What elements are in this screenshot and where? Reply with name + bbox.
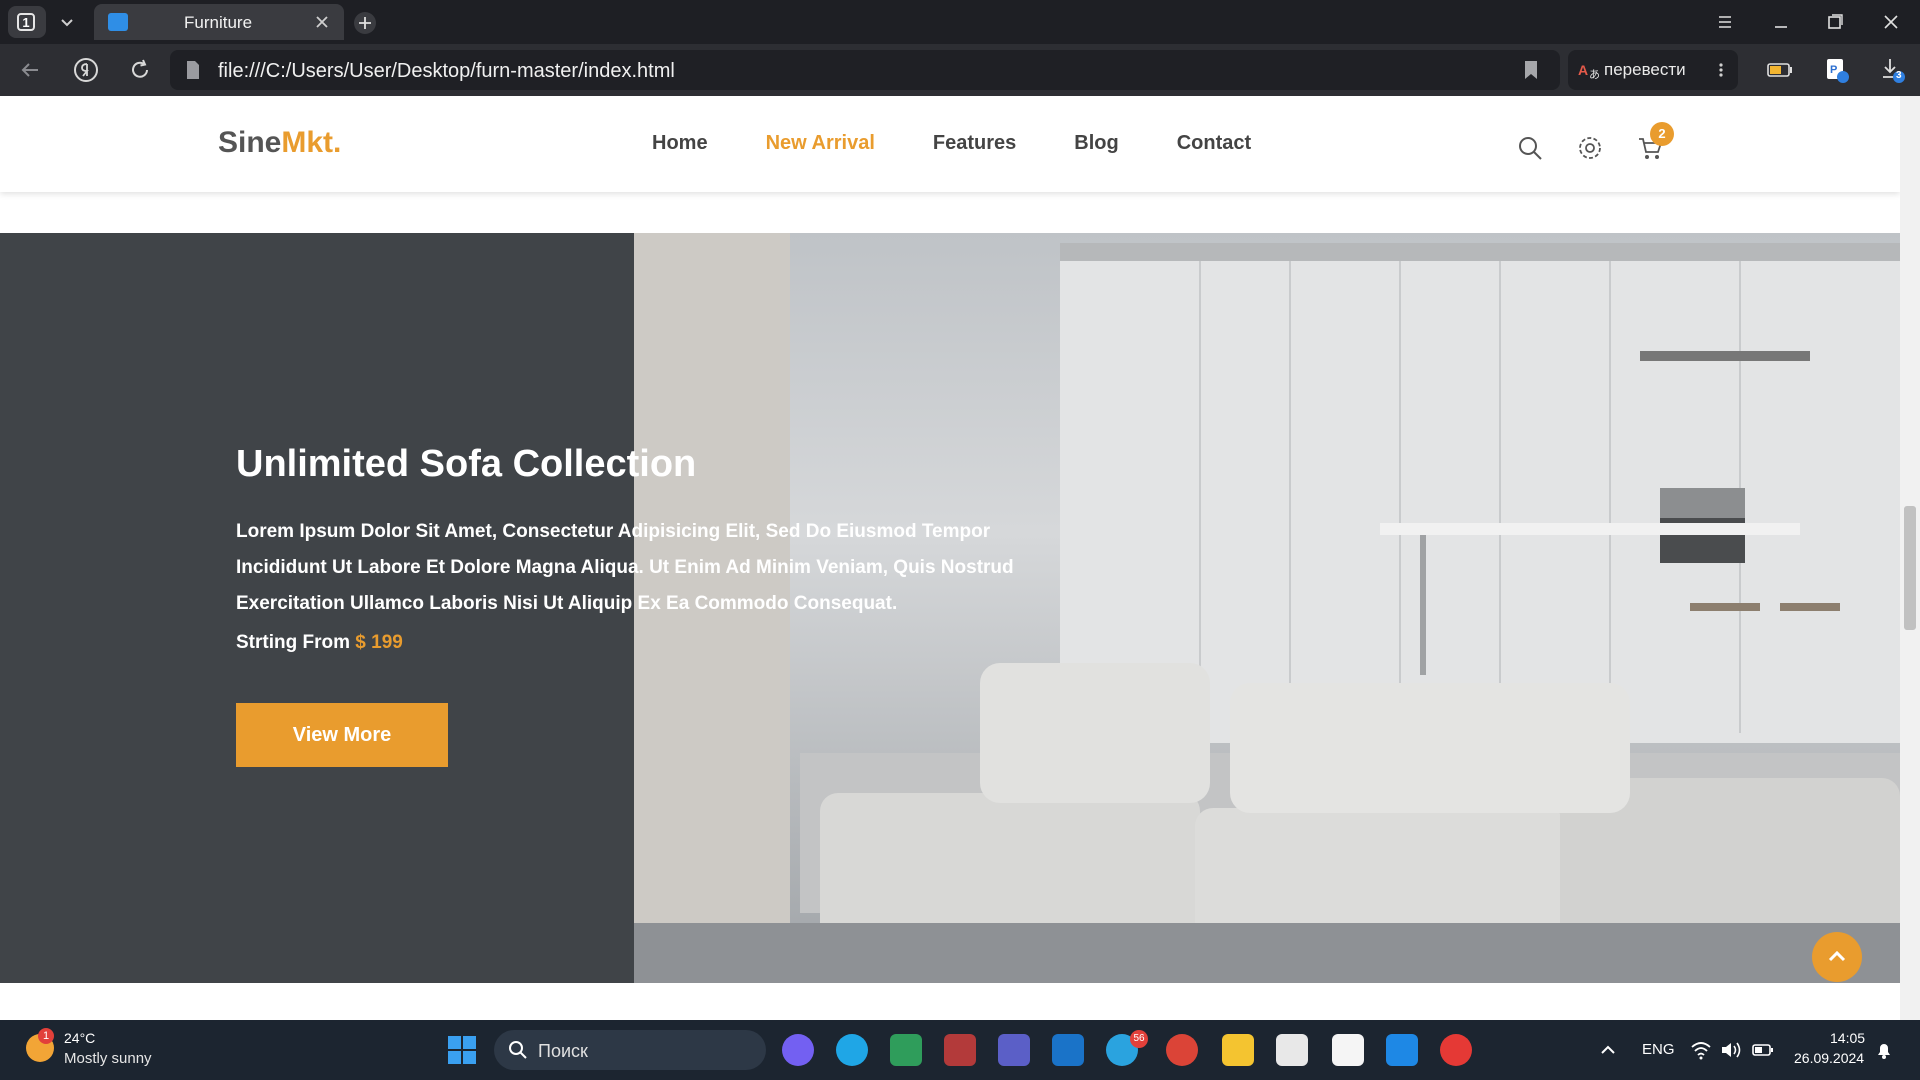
- menu-icon[interactable]: [1710, 10, 1740, 34]
- page-viewport: SineMkt. Home New Arrival Features Blog Cont…: [0, 96, 1900, 1020]
- translate-label: перевести: [1604, 60, 1686, 79]
- browser-tab-bar: 1 Furniture: [0, 0, 1920, 44]
- nav-blog[interactable]: Blog: [1074, 132, 1118, 155]
- favicon-icon: [108, 13, 128, 31]
- translate-button[interactable]: Aあ перевести: [1568, 50, 1738, 90]
- vscode-icon[interactable]: [1386, 1034, 1418, 1066]
- restore-icon[interactable]: [1820, 10, 1850, 34]
- battery-icon[interactable]: [1752, 1040, 1774, 1060]
- site-logo[interactable]: SineMkt.: [218, 126, 341, 160]
- search-icon: [508, 1040, 528, 1060]
- windows-taskbar: 1 24°C Mostly sunny Поиск 56 ENG 14:05 2…: [0, 1020, 1920, 1080]
- tab-counter-button[interactable]: 1: [8, 6, 46, 38]
- git-app-icon[interactable]: [890, 1034, 922, 1066]
- price-amount: $ 199: [355, 632, 403, 653]
- winrar-icon[interactable]: [944, 1034, 976, 1066]
- file-icon: [184, 60, 202, 80]
- nav-home[interactable]: Home: [652, 132, 708, 155]
- site-header: SineMkt. Home New Arrival Features Blog Cont…: [0, 96, 1900, 192]
- downloads-badge: 3: [1896, 70, 1902, 81]
- view-more-button[interactable]: View More: [236, 703, 448, 767]
- close-window-icon[interactable]: [1876, 10, 1906, 34]
- hero-section: Unlimited Sofa Collection Lorem Ipsum Do…: [0, 233, 1900, 983]
- notification-bell-icon[interactable]: [1874, 1040, 1894, 1060]
- logo-main: Sine: [218, 126, 282, 159]
- search-icon[interactable]: [1516, 134, 1544, 162]
- clock-date[interactable]: 26.09.2024: [1794, 1050, 1864, 1066]
- main-nav: Home New Arrival Features Blog Contact: [652, 132, 1309, 155]
- more-vertical-icon[interactable]: [1716, 60, 1726, 80]
- outlook-icon[interactable]: [1052, 1034, 1084, 1066]
- chrome-icon[interactable]: [1166, 1034, 1198, 1066]
- svg-text:P: P: [1830, 64, 1837, 76]
- scroll-to-top-button[interactable]: [1812, 932, 1862, 982]
- weather-temperature[interactable]: 24°C: [64, 1030, 95, 1046]
- clock-time[interactable]: 14:05: [1830, 1030, 1865, 1046]
- chevron-up-icon: [1828, 950, 1846, 962]
- logo-dot: .: [333, 126, 342, 159]
- tab-title: Furniture: [184, 13, 253, 32]
- chevron-down-icon[interactable]: [54, 9, 80, 35]
- extension-icon[interactable]: P: [1822, 56, 1850, 84]
- browser-toolbar: file:///C:/Users/User/Desktop/furn-maste…: [0, 44, 1920, 96]
- chevron-up-icon[interactable]: [1598, 1040, 1618, 1060]
- viber-icon[interactable]: [782, 1034, 814, 1066]
- file-explorer-icon[interactable]: [1222, 1034, 1254, 1066]
- price-prefix: Strting From: [236, 632, 350, 653]
- battery-saver-icon[interactable]: [1766, 56, 1794, 84]
- volume-icon[interactable]: [1720, 1040, 1742, 1060]
- translate-icon: Aあ: [1578, 60, 1600, 81]
- new-tab-icon[interactable]: [352, 10, 378, 36]
- nav-contact[interactable]: Contact: [1177, 132, 1251, 155]
- search-label: Поиск: [538, 1041, 588, 1061]
- yandex-logo-icon[interactable]: [72, 56, 100, 84]
- minimize-icon[interactable]: [1766, 10, 1796, 34]
- page-scrollbar[interactable]: [1900, 96, 1920, 1020]
- windows-start-icon[interactable]: [446, 1034, 478, 1066]
- language-indicator[interactable]: ENG: [1642, 1041, 1675, 1058]
- svg-text:A: A: [1578, 62, 1588, 78]
- hero-content: Unlimited Sofa Collection Lorem Ipsum Do…: [236, 443, 1016, 654]
- hero-title: Unlimited Sofa Collection: [236, 443, 697, 485]
- notepad-icon[interactable]: [1332, 1034, 1364, 1066]
- edge-icon[interactable]: [836, 1034, 868, 1066]
- svg-text:あ: あ: [1589, 68, 1600, 80]
- address-bar[interactable]: file:///C:/Users/User/Desktop/furn-maste…: [170, 50, 1560, 90]
- microsoft-store-icon[interactable]: [1276, 1034, 1308, 1066]
- wifi-icon[interactable]: [1690, 1040, 1712, 1060]
- browser-tab[interactable]: Furniture: [94, 4, 344, 40]
- bookmark-icon[interactable]: [1522, 60, 1540, 80]
- url-text[interactable]: file:///C:/Users/User/Desktop/furn-maste…: [218, 60, 675, 83]
- tab-count: 1: [17, 13, 35, 31]
- yandex-browser-icon[interactable]: [1440, 1034, 1472, 1066]
- reload-icon[interactable]: [126, 56, 154, 84]
- teams-icon[interactable]: [998, 1034, 1030, 1066]
- nav-new-arrival[interactable]: New Arrival: [766, 132, 875, 155]
- gear-icon[interactable]: [1576, 134, 1604, 162]
- close-icon[interactable]: [312, 12, 332, 32]
- telegram-badge: 56: [1130, 1030, 1148, 1048]
- scrollbar-thumb[interactable]: [1904, 506, 1916, 630]
- back-arrow-icon[interactable]: [16, 56, 44, 84]
- taskbar-search[interactable]: Поиск: [494, 1030, 766, 1070]
- hero-description: Lorem Ipsum Dolor Sit Amet, Consectetur …: [236, 521, 1014, 614]
- logo-accent: Mkt: [281, 126, 334, 159]
- hero-price: Strting From $ 199: [236, 632, 1016, 654]
- cart-badge: 2: [1650, 122, 1674, 146]
- downloads-icon[interactable]: 3: [1878, 56, 1906, 84]
- weather-badge: 1: [38, 1028, 54, 1044]
- nav-features[interactable]: Features: [933, 132, 1016, 155]
- weather-description[interactable]: Mostly sunny: [64, 1050, 152, 1067]
